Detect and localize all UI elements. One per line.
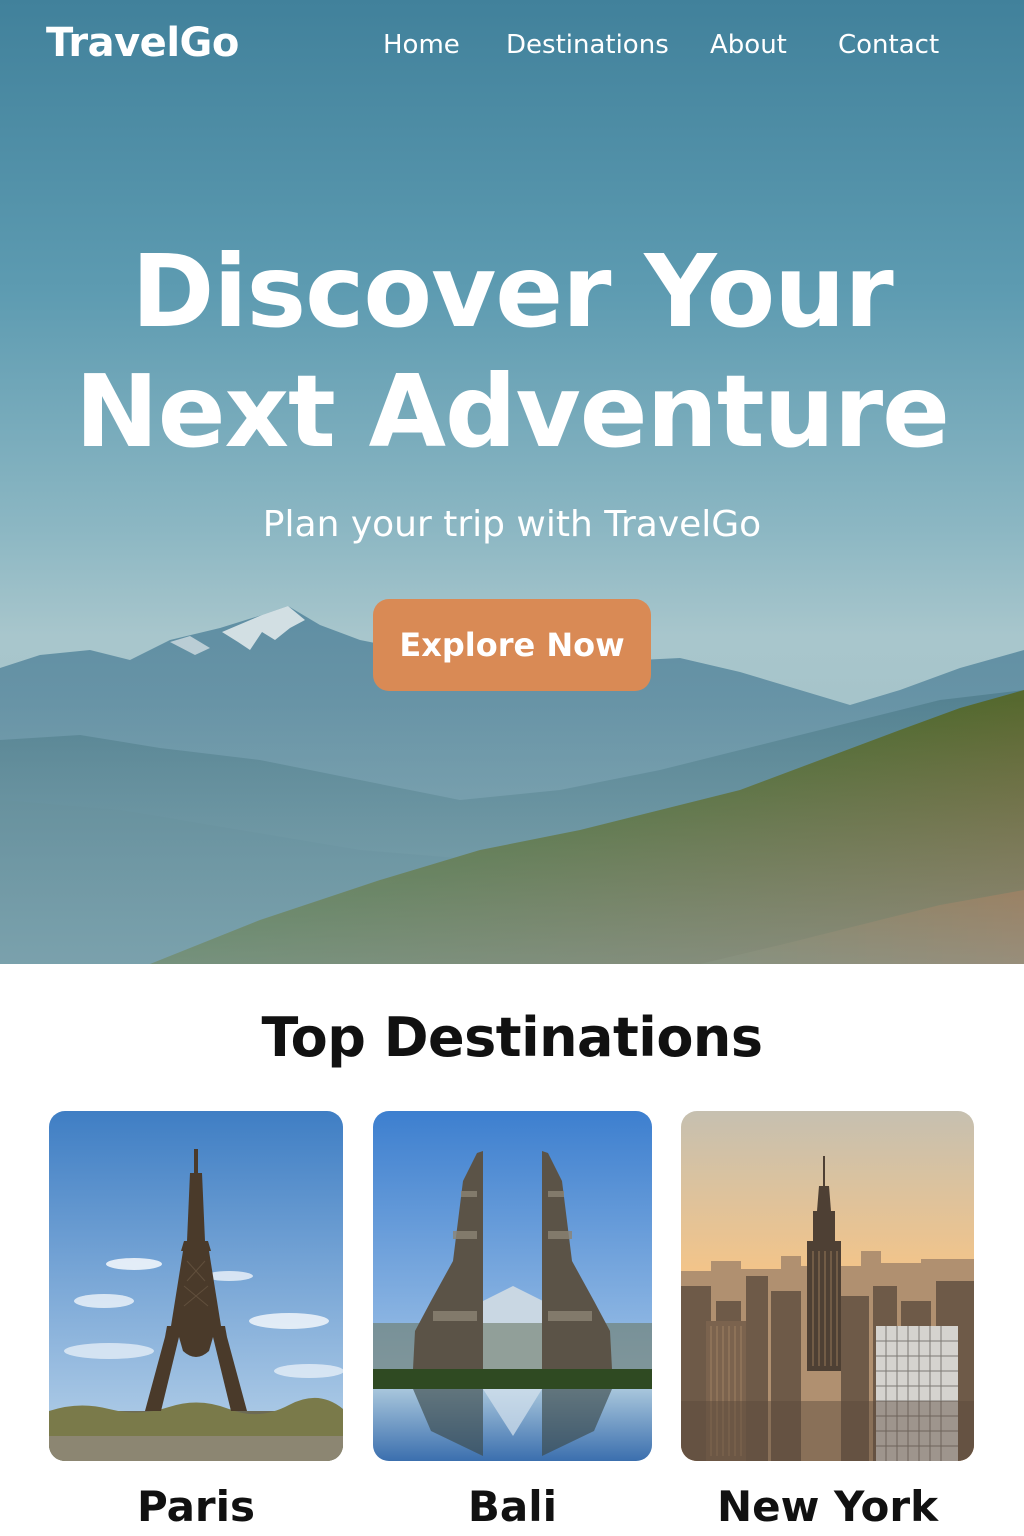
destination-name-paris[interactable]: Paris: [49, 1482, 343, 1531]
destination-card-bali[interactable]: [373, 1111, 652, 1461]
section-title-top-destinations: Top Destinations: [261, 1006, 763, 1069]
hero-subtitle: Plan your trip with TravelGo: [262, 504, 762, 545]
brand-logo[interactable]: TravelGo: [46, 20, 239, 66]
destination-card-paris[interactable]: [49, 1111, 343, 1461]
hero-title-line-2: Next Adventure: [75, 353, 950, 470]
hero-title: Discover Your Next Adventure: [0, 232, 1024, 472]
explore-now-button[interactable]: Explore Now: [373, 599, 651, 691]
new-york-skyline-image: [681, 1111, 974, 1461]
nav-link-about[interactable]: About: [710, 30, 787, 60]
nav-link-destinations[interactable]: Destinations: [506, 30, 669, 60]
destination-name-bali[interactable]: Bali: [373, 1482, 652, 1531]
nav-link-home[interactable]: Home: [383, 30, 460, 60]
destination-card-new-york[interactable]: [681, 1111, 974, 1461]
mountain-landscape-image: [0, 606, 1024, 964]
destination-name-new-york[interactable]: New York: [671, 1482, 984, 1531]
eiffel-tower-image: [49, 1111, 343, 1461]
bali-gate-image: [373, 1111, 652, 1461]
top-navigation: TravelGo Home Destinations About Contact: [0, 0, 1024, 96]
nav-link-contact[interactable]: Contact: [838, 30, 939, 60]
hero-title-line-1: Discover Your: [131, 233, 893, 350]
hero-section: TravelGo Home Destinations About Contact…: [0, 0, 1024, 964]
